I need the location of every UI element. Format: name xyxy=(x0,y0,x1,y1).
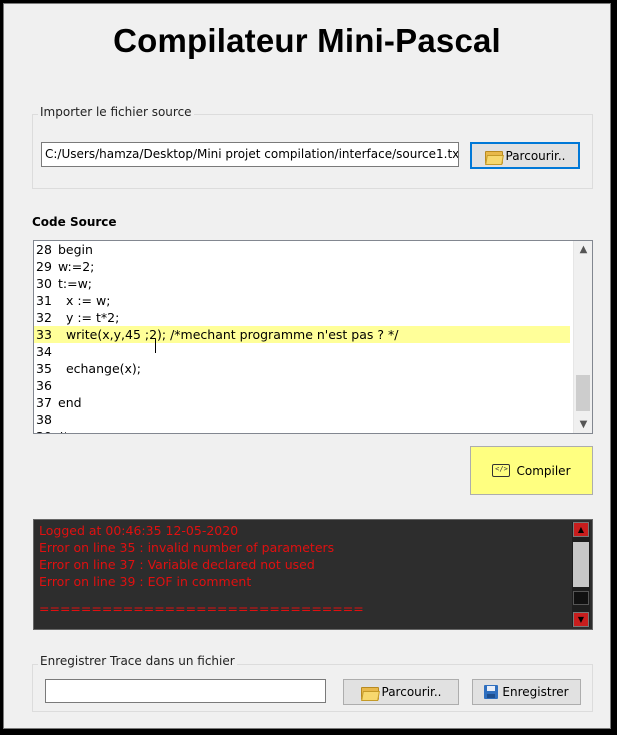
line-number: 33 xyxy=(36,327,52,342)
line-number: 39 xyxy=(34,428,58,433)
console-scroll-down-icon[interactable]: ▼ xyxy=(573,612,589,627)
code-line: 30 t:=w; xyxy=(34,275,570,292)
line-number: 29 xyxy=(36,259,52,274)
code-line-highlighted: 33 write(x,y,45 ;2); /*mechant programme… xyxy=(34,326,570,343)
compile-label: Compiler xyxy=(516,463,571,478)
line-number: 31 xyxy=(36,293,52,308)
line-text: begin xyxy=(58,242,93,257)
output-console[interactable]: Logged at 00:46:35 12-05-2020 Error on l… xyxy=(33,519,593,630)
source-path-input[interactable]: C:/Users/hamza/Desktop/Mini projet compi… xyxy=(41,142,459,167)
console-scroll-box xyxy=(573,591,589,605)
line-text: t:=w; xyxy=(58,276,93,291)
scroll-up-icon[interactable]: ▲ xyxy=(574,241,592,258)
line-number: 37 xyxy=(36,395,52,410)
import-group-label: Importer le fichier source xyxy=(38,105,194,119)
floppy-disk-icon xyxy=(484,685,499,699)
code-line: 38 xyxy=(34,411,570,428)
line-number: 34 xyxy=(36,344,52,359)
folder-open-icon xyxy=(484,149,504,165)
console-line: Error on line 39 : EOF in comment xyxy=(39,574,252,589)
folder-open-icon xyxy=(360,685,380,701)
code-icon: </> xyxy=(492,464,511,477)
browse-source-label: Parcourir.. xyxy=(505,148,566,163)
line-text: x := w; xyxy=(58,293,111,308)
code-line: 36 xyxy=(34,377,570,394)
line-text: end xyxy=(58,395,82,410)
console-scrollbar-thumb[interactable] xyxy=(573,542,589,587)
main-window: Compilateur Mini-Pascal Importer le fich… xyxy=(3,3,611,729)
line-number: 32 xyxy=(36,310,52,325)
browse-source-button[interactable]: Parcourir.. xyxy=(470,142,580,169)
code-line: 35 echange(x); xyxy=(34,360,570,377)
code-line: 32 y := t*2; xyxy=(34,309,570,326)
compile-button[interactable]: </> Compiler xyxy=(470,446,593,495)
console-line: Logged at 00:46:35 12-05-2020 xyxy=(39,523,239,538)
console-scrollbar[interactable]: ▲ ▼ xyxy=(572,522,590,627)
text-cursor xyxy=(155,339,156,353)
console-line: Error on line 37 : Variable declared not… xyxy=(39,557,315,572)
line-text: echange(x); xyxy=(58,361,142,376)
code-line: 31 x := w; xyxy=(34,292,570,309)
save-trace-button[interactable]: Enregistrer xyxy=(472,679,581,705)
trace-path-input[interactable] xyxy=(45,679,326,703)
line-text: write(x,y,45 ;2); /*mechant programme n'… xyxy=(58,327,399,342)
line-text: y := t*2; xyxy=(58,310,120,325)
code-line: 37 end xyxy=(34,394,570,411)
line-number: 35 xyxy=(36,361,52,376)
console-line: Error on line 35 : invalid number of par… xyxy=(39,540,335,555)
save-trace-label: Enregistrer xyxy=(502,685,569,699)
code-line: 28 begin xyxy=(34,241,570,258)
scrollbar-thumb[interactable] xyxy=(576,375,590,411)
line-text: w:=2; xyxy=(58,259,95,274)
code-line: 29 w:=2; xyxy=(34,258,570,275)
code-source-label: Code Source xyxy=(32,215,117,229)
code-line: 34 xyxy=(34,343,570,360)
line-number: 30 xyxy=(36,276,52,291)
editor-scrollbar[interactable]: ▲ ▼ xyxy=(573,241,592,433)
code-editor[interactable]: 28 begin 29 w:=2; 30 t:=w; 31 x := w; 32 y … xyxy=(33,240,593,434)
console-separator: =============================== xyxy=(39,601,364,616)
line-number: 28 xyxy=(36,242,52,257)
console-scroll-up-icon[interactable]: ▲ xyxy=(573,522,589,537)
line-text: /* xyxy=(58,429,68,433)
app-title: Compilateur Mini-Pascal xyxy=(113,22,501,59)
browse-trace-label: Parcourir.. xyxy=(381,685,442,699)
code-line: 39/* xyxy=(34,428,570,433)
browse-trace-button[interactable]: Parcourir.. xyxy=(343,679,459,705)
line-number: 38 xyxy=(36,412,52,427)
line-number: 36 xyxy=(36,378,52,393)
trace-group-label: Enregistrer Trace dans un fichier xyxy=(38,654,237,668)
scroll-down-icon[interactable]: ▼ xyxy=(574,416,592,433)
